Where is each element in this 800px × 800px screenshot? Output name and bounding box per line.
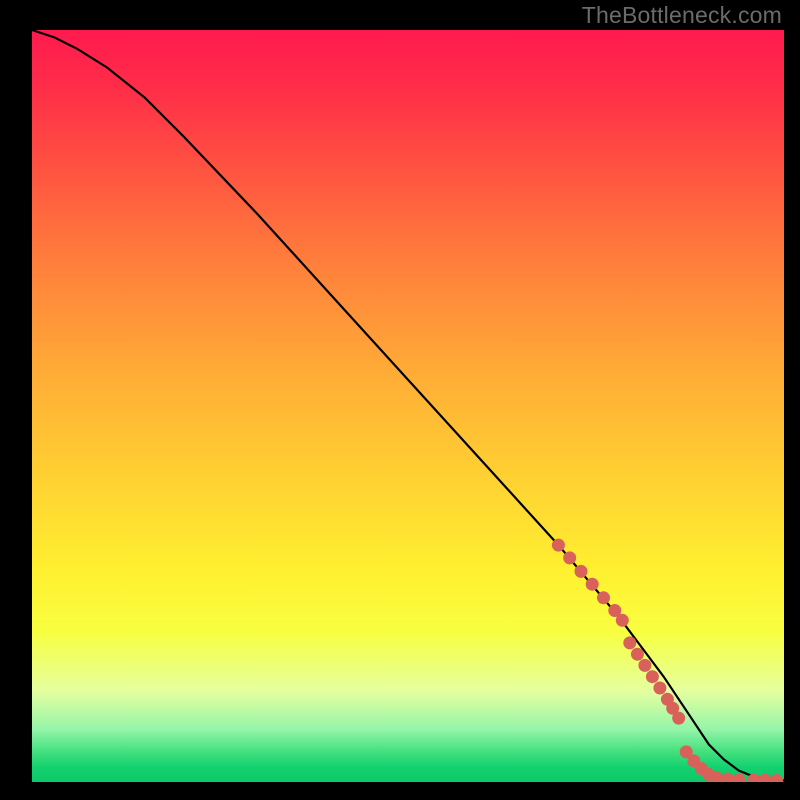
curve-line xyxy=(32,30,784,781)
data-marker xyxy=(770,774,783,782)
data-marker xyxy=(653,682,666,695)
data-marker xyxy=(759,774,772,782)
data-marker xyxy=(721,773,734,783)
data-marker xyxy=(616,614,629,627)
data-marker xyxy=(563,551,576,564)
data-marker xyxy=(638,659,651,672)
data-marker xyxy=(672,712,685,725)
data-marker xyxy=(623,636,636,649)
data-marker xyxy=(646,670,659,683)
data-marker xyxy=(552,539,565,552)
plot-area xyxy=(32,30,784,782)
chart-stage: TheBottleneck.com xyxy=(0,0,800,800)
watermark-text: TheBottleneck.com xyxy=(582,2,782,29)
curve-markers xyxy=(552,539,783,782)
data-marker xyxy=(597,591,610,604)
data-marker xyxy=(575,565,588,578)
data-marker xyxy=(732,773,745,782)
data-marker xyxy=(631,648,644,661)
curve-overlay xyxy=(32,30,784,782)
data-marker xyxy=(586,578,599,591)
